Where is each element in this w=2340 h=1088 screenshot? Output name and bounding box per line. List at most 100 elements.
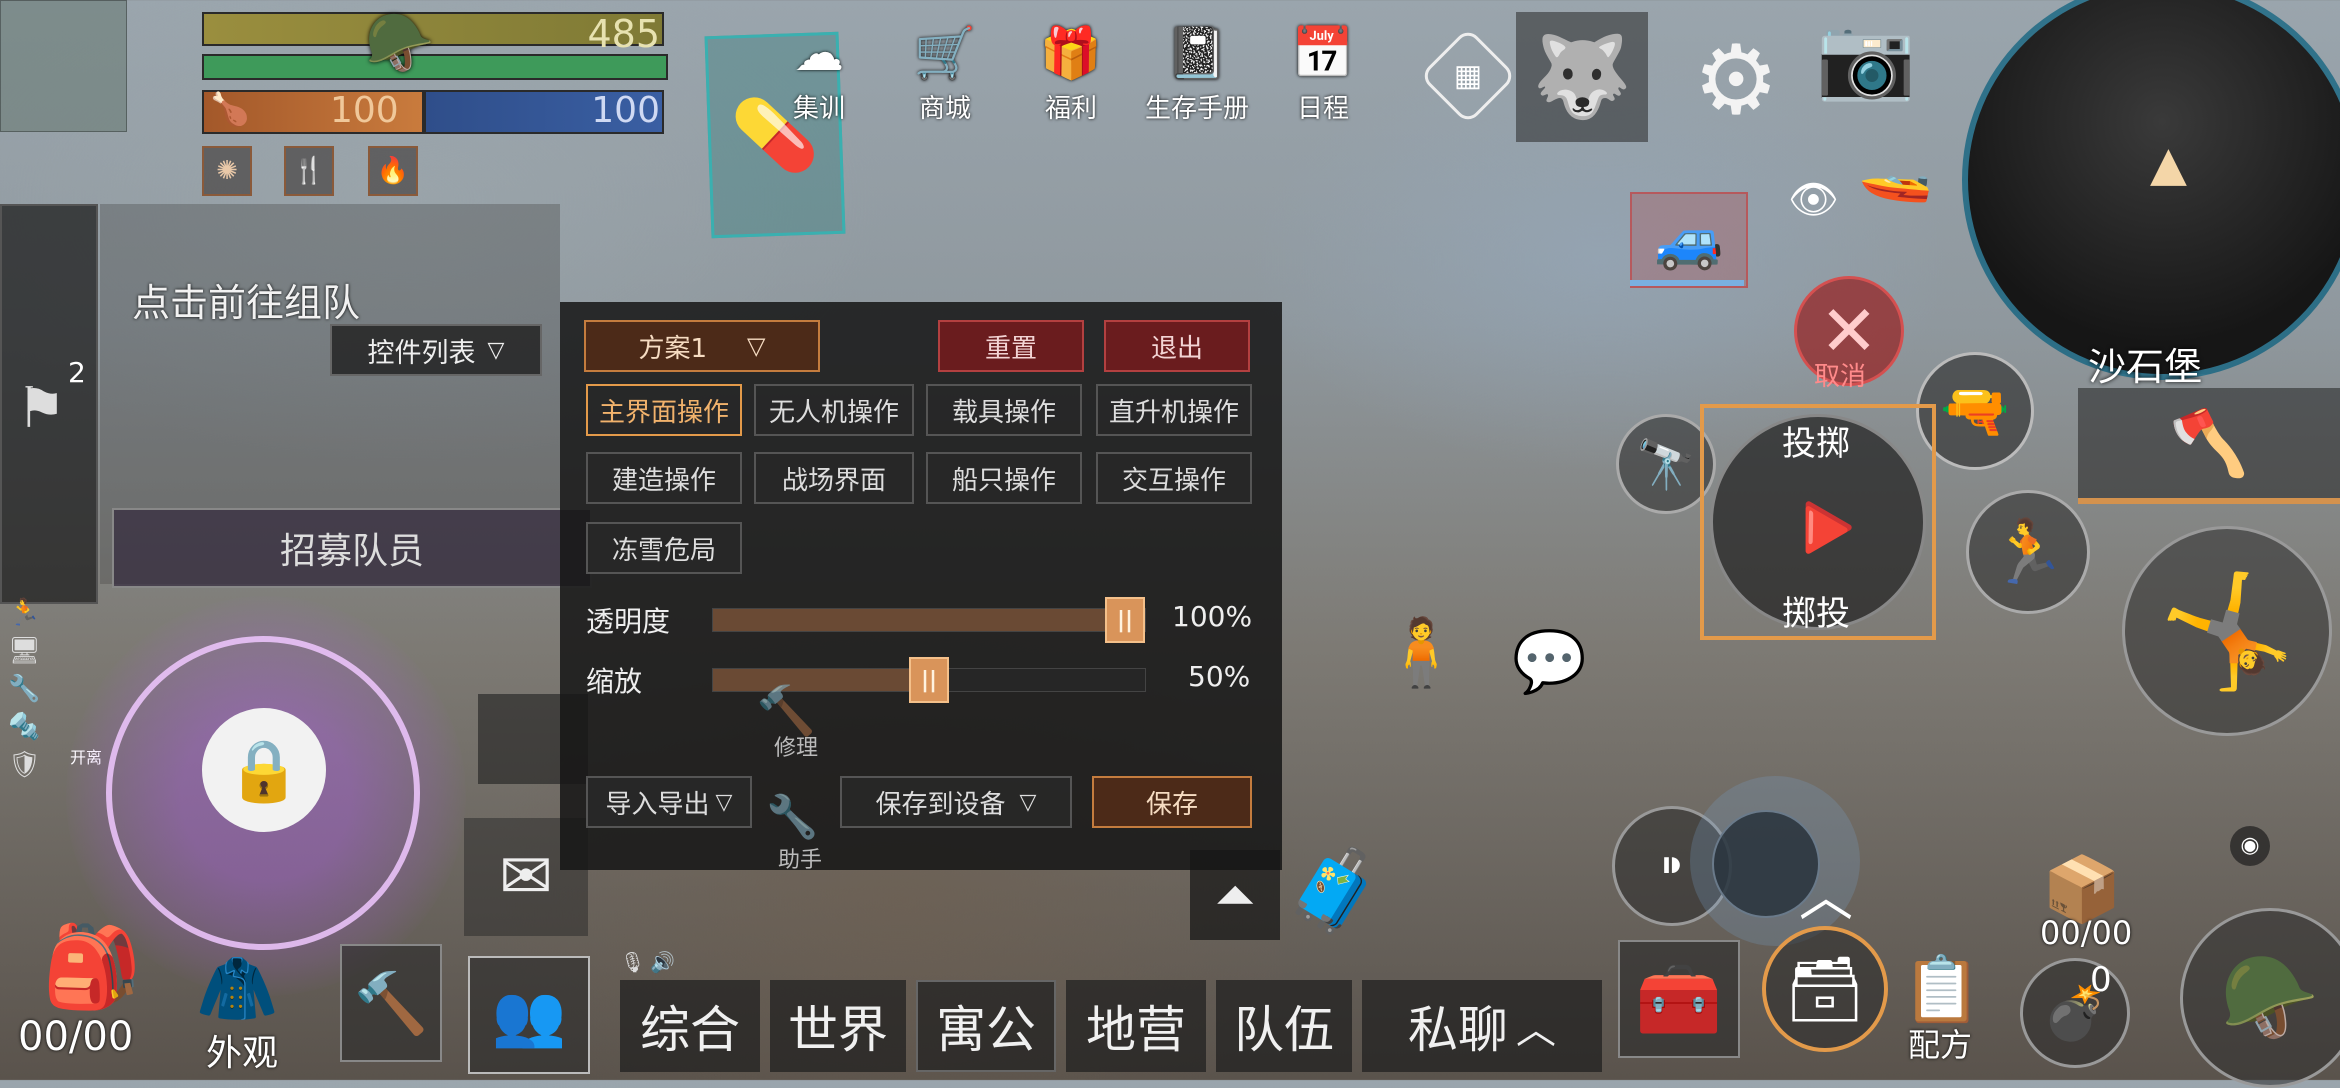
tab-boat[interactable]: 船只操作 bbox=[926, 452, 1082, 504]
assistant-icon: 🔧 bbox=[766, 792, 819, 841]
opacity-label: 透明度 bbox=[586, 605, 671, 638]
throw-label-top: 投掷 bbox=[1782, 424, 1850, 464]
toolbox-icon[interactable]: 🧳 bbox=[1284, 844, 1394, 938]
prone-button[interactable]: 🪖 bbox=[2180, 908, 2340, 1088]
weapon-slot[interactable]: 🪓 bbox=[2078, 388, 2340, 504]
tab-interaction[interactable]: 交互操作 bbox=[1096, 452, 1252, 504]
save-button[interactable]: 保存 bbox=[1092, 776, 1252, 828]
chat-tab-private-label: 私聊 bbox=[1408, 1001, 1508, 1059]
camera-icon[interactable]: 📷 bbox=[1816, 11, 1916, 104]
mic-icon[interactable]: 🎙 bbox=[620, 950, 645, 974]
team-flag-tab[interactable]: ⚑ 2 bbox=[0, 204, 98, 604]
chevron-down-icon: ▽ bbox=[487, 337, 505, 363]
target-icon[interactable]: ◉ bbox=[2230, 826, 2270, 866]
controls-list-dropdown[interactable]: 控件列表 ▽ bbox=[330, 324, 542, 376]
monitor-icon[interactable]: 🖥 bbox=[8, 636, 52, 666]
soldier-icon: 🪖 bbox=[365, 11, 435, 76]
loot-chest-button[interactable]: 🗃 bbox=[1762, 926, 1888, 1052]
top-menu-shop[interactable]: 🛒 商城 bbox=[908, 18, 982, 125]
top-menu-schedule[interactable]: 📅 日程 bbox=[1286, 18, 1360, 125]
minimap[interactable]: ▲ bbox=[1962, 0, 2340, 380]
tab-build[interactable]: 建造操作 bbox=[586, 452, 742, 504]
opacity-slider[interactable]: || bbox=[712, 597, 1146, 643]
backpack-count: 00/00 bbox=[18, 1014, 134, 1060]
vehicle-slot[interactable]: 🚙 bbox=[1630, 192, 1748, 288]
dog-icon[interactable]: 🐺 bbox=[1516, 12, 1648, 142]
tab-drone[interactable]: 无人机操作 bbox=[754, 384, 914, 436]
gift-icon: 🎁 bbox=[1039, 23, 1103, 82]
top-menu-training[interactable]: ☁ 集训 bbox=[782, 18, 856, 125]
chevron-down-icon: ▽ bbox=[715, 789, 733, 815]
grid-menu-icon[interactable]: ▦ bbox=[1419, 27, 1517, 125]
repair-label: 修理 bbox=[774, 736, 819, 761]
chat-tab-camp[interactable]: 地营 bbox=[1066, 980, 1206, 1072]
tab-helicopter[interactable]: 直升机操作 bbox=[1096, 384, 1252, 436]
control-layout-panel: 方案1 ▽ 重置 退出 主界面操作 无人机操作 载具操作 直升机操作 建造操作 … bbox=[560, 302, 1282, 873]
opacity-value: 100% bbox=[1172, 600, 1253, 633]
armor-value: 100 bbox=[591, 90, 660, 131]
appearance-icon[interactable]: 🧥 bbox=[196, 950, 296, 1030]
boat-icon[interactable]: 🚤 bbox=[1858, 134, 1958, 205]
top-menu-welfare[interactable]: 🎁 福利 bbox=[1034, 18, 1108, 125]
fork-knife-icon: 🍴 bbox=[284, 146, 334, 196]
recruit-label: 招募队员 bbox=[279, 531, 424, 572]
tab-battlefield[interactable]: 战场界面 bbox=[754, 452, 914, 504]
lock-icon[interactable]: 🔒 bbox=[202, 708, 326, 832]
calendar-icon: 📅 bbox=[1291, 23, 1355, 82]
build-hammer-button[interactable]: 🔨 bbox=[340, 944, 442, 1062]
location-name: 沙石堡 bbox=[2088, 345, 2203, 389]
grenade-count: 0 bbox=[2090, 960, 2112, 1000]
scale-slider-knob[interactable]: || bbox=[909, 657, 949, 703]
scheme-dropdown[interactable]: 方案1 ▽ bbox=[584, 320, 820, 372]
gear-icon[interactable]: ⚙ bbox=[1686, 24, 1786, 136]
reset-button[interactable]: 重置 bbox=[938, 320, 1084, 372]
medkit-button[interactable]: 🧰 bbox=[1618, 940, 1740, 1058]
top-menu-manual[interactable]: 📓 生存手册 bbox=[1142, 18, 1252, 125]
chat-tab-squad[interactable]: 队伍 bbox=[1216, 980, 1352, 1072]
team-prompt[interactable]: 点击前往组队 bbox=[132, 272, 360, 327]
import-export-dropdown[interactable]: 导入导出 ▽ bbox=[586, 776, 752, 828]
recruit-button[interactable]: 招募队员 bbox=[112, 508, 592, 588]
wrench-icon[interactable]: 🔩 bbox=[8, 712, 52, 742]
stance-icon[interactable]: 🧍 bbox=[1380, 614, 1462, 694]
top-menu-training-label: 集训 bbox=[792, 94, 845, 124]
save-to-device-dropdown[interactable]: 保存到设备 ▽ bbox=[840, 776, 1072, 828]
top-menu-shop-label: 商城 bbox=[918, 94, 971, 124]
throw-label-bottom: 掷投 bbox=[1782, 594, 1850, 634]
jump-button[interactable]: 🤸 bbox=[2122, 526, 2332, 736]
tool-icon[interactable]: 🔧 bbox=[8, 674, 52, 704]
chat-tab-general[interactable]: 综合 bbox=[620, 980, 760, 1072]
chat-tab-world[interactable]: 世界 bbox=[770, 980, 906, 1072]
speaker-icon[interactable]: 🔊 bbox=[650, 950, 675, 974]
friends-button[interactable]: 👥 bbox=[468, 956, 590, 1074]
backpack-icon[interactable]: 🎒 bbox=[42, 920, 142, 1020]
chat-tab-private[interactable]: 私聊 ︿ bbox=[1362, 980, 1602, 1072]
expand-up-icon[interactable]: ︿ bbox=[1796, 852, 1856, 928]
chat-tab-apartment[interactable]: 寓公 bbox=[916, 980, 1056, 1072]
recipe-label: 配方 bbox=[1908, 1026, 1973, 1064]
avatar-frame[interactable] bbox=[0, 0, 127, 132]
assistant-label: 助手 bbox=[778, 848, 823, 873]
save-to-device-label: 保存到设备 bbox=[875, 789, 1006, 820]
ammo-count: 00/00 bbox=[2040, 914, 2133, 952]
food-icon: 🍗 bbox=[210, 90, 250, 128]
scale-value: 50% bbox=[1188, 660, 1251, 693]
exit-button[interactable]: 退出 bbox=[1104, 320, 1250, 372]
opacity-slider-fill bbox=[713, 609, 1125, 631]
training-icon: ☁ bbox=[794, 24, 844, 82]
flag-count: 2 bbox=[68, 356, 86, 389]
sprint-button[interactable]: 🏃 bbox=[1966, 490, 2090, 614]
top-menu-welfare-label: 福利 bbox=[1044, 94, 1097, 124]
shield-icon[interactable]: 🛡 bbox=[8, 750, 52, 780]
virus-icon: ✺ bbox=[202, 146, 252, 196]
eye-icon[interactable]: 👁 bbox=[1788, 176, 1848, 223]
tab-frozen-crisis[interactable]: 冻雪危局 bbox=[586, 522, 742, 574]
tab-main-ui[interactable]: 主界面操作 bbox=[586, 384, 742, 436]
throw-frame[interactable]: 🔺 投掷 掷投 bbox=[1670, 374, 1966, 670]
quick-chat-icon[interactable]: 💬 bbox=[1512, 626, 1592, 706]
scheme-label: 方案1 bbox=[638, 333, 708, 364]
chevron-down-icon: ▽ bbox=[1019, 789, 1037, 815]
runner-icon[interactable]: 🏃 bbox=[8, 598, 52, 628]
tab-vehicle[interactable]: 载具操作 bbox=[926, 384, 1082, 436]
opacity-slider-knob[interactable]: || bbox=[1105, 597, 1145, 643]
